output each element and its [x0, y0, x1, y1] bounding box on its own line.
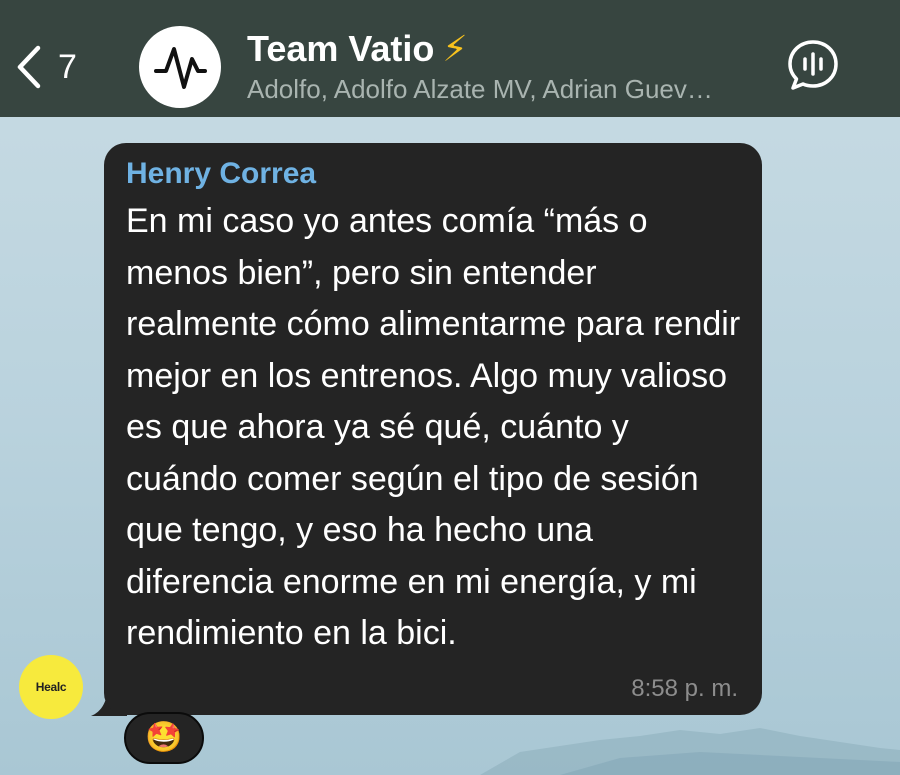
message-time: 8:58 p. m. — [631, 675, 738, 702]
sender-avatar[interactable]: Healc — [19, 655, 83, 719]
voice-chat-icon — [788, 40, 838, 90]
back-button[interactable]: 7 — [14, 38, 77, 96]
group-avatar[interactable] — [139, 26, 221, 108]
unread-count: 7 — [58, 48, 77, 86]
chat-title[interactable]: Team Vatio ⚡ — [247, 28, 468, 70]
sender-name[interactable]: Henry Correa — [126, 156, 742, 192]
chevron-left-icon — [17, 45, 41, 89]
voice-chat-button[interactable] — [786, 38, 840, 92]
message-bubble[interactable]: Henry Correa En mi caso yo antes comía “… — [104, 143, 762, 715]
chat-header: 7 Team Vatio ⚡ Adolfo, Adolfo Alzate MV, … — [0, 0, 900, 117]
sender-avatar-logo: Healc — [35, 680, 67, 694]
chat-members: Adolfo, Adolfo Alzate MV, Adrian Guev… — [247, 74, 713, 104]
vatio-logo-icon — [154, 47, 207, 89]
reaction-badge[interactable]: 🤩 — [124, 712, 204, 764]
message-text: En mi caso yo antes comía “más o menos b… — [126, 202, 741, 652]
lightning-icon: ⚡ — [442, 28, 468, 69]
chat-title-text: Team Vatio — [247, 28, 435, 69]
star-struck-emoji-icon: 🤩 — [145, 720, 183, 755]
